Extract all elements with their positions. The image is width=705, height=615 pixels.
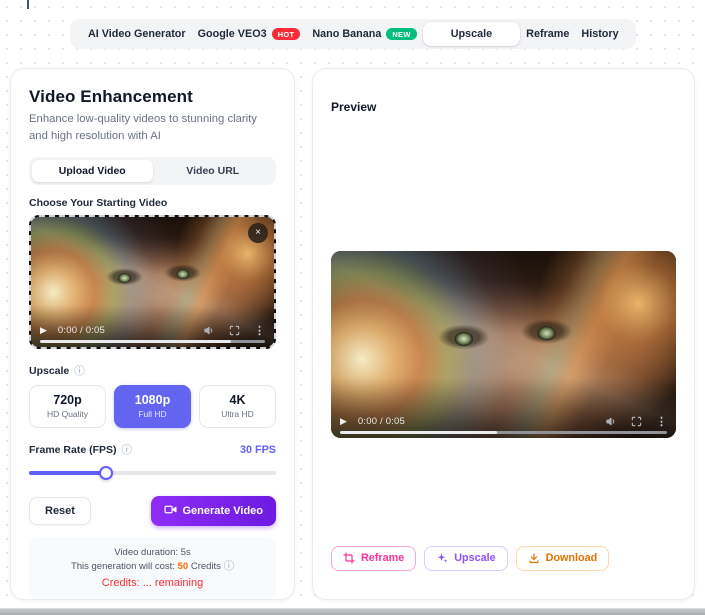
- video-duration-line: Video duration: 5s: [37, 546, 268, 560]
- source-video-player[interactable]: × ▶ 0:00 / 0:05 ⋮: [29, 215, 276, 349]
- upscale-button[interactable]: Upscale: [424, 546, 507, 571]
- volume-icon[interactable]: [606, 416, 617, 427]
- option-resolution: 1080p: [115, 393, 190, 407]
- info-icon[interactable]: ⓘ: [224, 560, 235, 572]
- horizontal-scrollbar[interactable]: [0, 608, 705, 615]
- preview-actions: Reframe Upscale Download: [331, 546, 609, 571]
- preview-player-track-fill: [340, 431, 497, 434]
- option-4k[interactable]: 4K Ultra HD: [199, 385, 276, 428]
- nav-item-label: Google VEO3: [198, 28, 267, 40]
- remove-video-button[interactable]: ×: [248, 223, 268, 243]
- nav-item-label: History: [581, 28, 618, 40]
- source-player-right-controls: ⋮: [204, 324, 265, 337]
- source-player-track-fill: [40, 340, 231, 343]
- preview-title: Preview: [331, 100, 676, 114]
- reframe-label: Reframe: [361, 552, 404, 564]
- source-player-progress[interactable]: [40, 340, 265, 343]
- download-icon: [528, 552, 540, 564]
- text-caret-artifact: [27, 0, 29, 9]
- info-icon[interactable]: ⓘ: [122, 445, 133, 456]
- nav-item-label: AI Video Generator: [88, 28, 186, 40]
- generate-video-button[interactable]: Generate Video: [151, 496, 277, 526]
- fps-slider-fill: [29, 471, 106, 475]
- crop-icon: [343, 552, 355, 564]
- close-icon: ×: [255, 227, 261, 238]
- download-label: Download: [546, 552, 598, 564]
- upscale-label: Upscale: [29, 365, 69, 377]
- cost-value: 50: [178, 561, 189, 572]
- fullscreen-icon[interactable]: [229, 325, 240, 336]
- kebab-menu-icon[interactable]: ⋮: [254, 324, 265, 337]
- starting-video-label: Choose Your Starting Video: [29, 197, 276, 209]
- upscale-label: Upscale: [454, 552, 495, 564]
- nav-item-history[interactable]: History: [575, 23, 624, 45]
- preview-video-player[interactable]: ▶ 0:00 / 0:05 ⋮: [331, 251, 676, 438]
- credits-remaining-line: Credits: ... remaining: [37, 577, 268, 589]
- frame-rate-header: Frame Rate (FPS) ⓘ 30 FPS: [29, 444, 276, 456]
- generate-video-label: Generate Video: [183, 505, 264, 517]
- page-title: Video Enhancement: [29, 87, 276, 107]
- nav-item-ai-video-generator[interactable]: AI Video Generator: [82, 23, 192, 45]
- option-720p[interactable]: 720p HD Quality: [29, 385, 106, 428]
- fullscreen-icon[interactable]: [631, 416, 642, 427]
- nav-item-upscale[interactable]: Upscale: [423, 22, 520, 46]
- tab-video-url[interactable]: Video URL: [153, 160, 274, 182]
- generation-cost-line: This generation will cost: 50 Credits ⓘ: [37, 560, 268, 574]
- nav-item-reframe[interactable]: Reframe: [520, 23, 575, 45]
- option-resolution: 720p: [30, 393, 105, 407]
- cost-suffix: Credits: [188, 561, 221, 572]
- reset-button[interactable]: Reset: [29, 497, 91, 525]
- generation-summary: Video duration: 5s This generation will …: [29, 537, 276, 600]
- option-quality: Ultra HD: [200, 409, 275, 419]
- nav-item-label: Reframe: [526, 28, 569, 40]
- upscale-options: 720p HD Quality 1080p Full HD 4K Ultra H…: [29, 385, 276, 428]
- option-resolution: 4K: [200, 393, 275, 407]
- preview-player-time: 0:00 / 0:05: [358, 416, 405, 427]
- cost-prefix: This generation will cost:: [71, 561, 178, 572]
- preview-player-controls: ▶ 0:00 / 0:05 ⋮: [340, 415, 667, 428]
- play-icon[interactable]: ▶: [40, 325, 47, 336]
- nav-item-google-veo3[interactable]: Google VEO3 HOT: [192, 23, 307, 45]
- download-button[interactable]: Download: [516, 546, 610, 571]
- option-quality: Full HD: [115, 409, 190, 419]
- nav-item-label: Nano Banana: [312, 28, 381, 40]
- preview-player-right-controls: ⋮: [606, 415, 667, 428]
- source-player-controls: ▶ 0:00 / 0:05 ⋮: [40, 324, 265, 337]
- upscale-section-header: Upscale ⓘ: [29, 365, 276, 377]
- new-badge: NEW: [386, 28, 416, 40]
- source-player-time: 0:00 / 0:05: [58, 325, 105, 336]
- frame-rate-label: Frame Rate (FPS): [29, 444, 117, 456]
- info-icon[interactable]: ⓘ: [74, 366, 85, 377]
- source-tabs: Upload Video Video URL: [29, 157, 276, 185]
- hot-badge: HOT: [272, 28, 301, 40]
- reframe-button[interactable]: Reframe: [331, 546, 416, 571]
- video-camera-icon: [164, 503, 177, 519]
- kebab-menu-icon[interactable]: ⋮: [656, 415, 667, 428]
- play-icon[interactable]: ▶: [340, 416, 347, 427]
- option-quality: HD Quality: [30, 409, 105, 419]
- option-1080p[interactable]: 1080p Full HD: [114, 385, 191, 428]
- fps-slider: [29, 466, 276, 480]
- nav-item-label: Upscale: [451, 28, 492, 40]
- volume-icon[interactable]: [204, 325, 215, 336]
- preview-player-progress[interactable]: [340, 431, 667, 434]
- fps-slider-thumb[interactable]: [99, 466, 113, 480]
- preview-panel: Preview ▶ 0:00 / 0:05 ⋮ Reframe: [312, 68, 695, 600]
- video-enhancement-panel: Video Enhancement Enhance low-quality vi…: [10, 68, 295, 600]
- nav-item-nano-banana[interactable]: Nano Banana NEW: [306, 23, 422, 45]
- tab-upload-video[interactable]: Upload Video: [32, 160, 153, 182]
- sparkles-icon: [436, 552, 448, 564]
- page-subtitle: Enhance low-quality videos to stunning c…: [29, 111, 276, 145]
- preview-video-frame: [331, 251, 676, 438]
- form-actions: Reset Generate Video: [29, 496, 276, 526]
- frame-rate-value: 30 FPS: [240, 444, 276, 456]
- top-nav: AI Video Generator Google VEO3 HOT Nano …: [70, 19, 636, 49]
